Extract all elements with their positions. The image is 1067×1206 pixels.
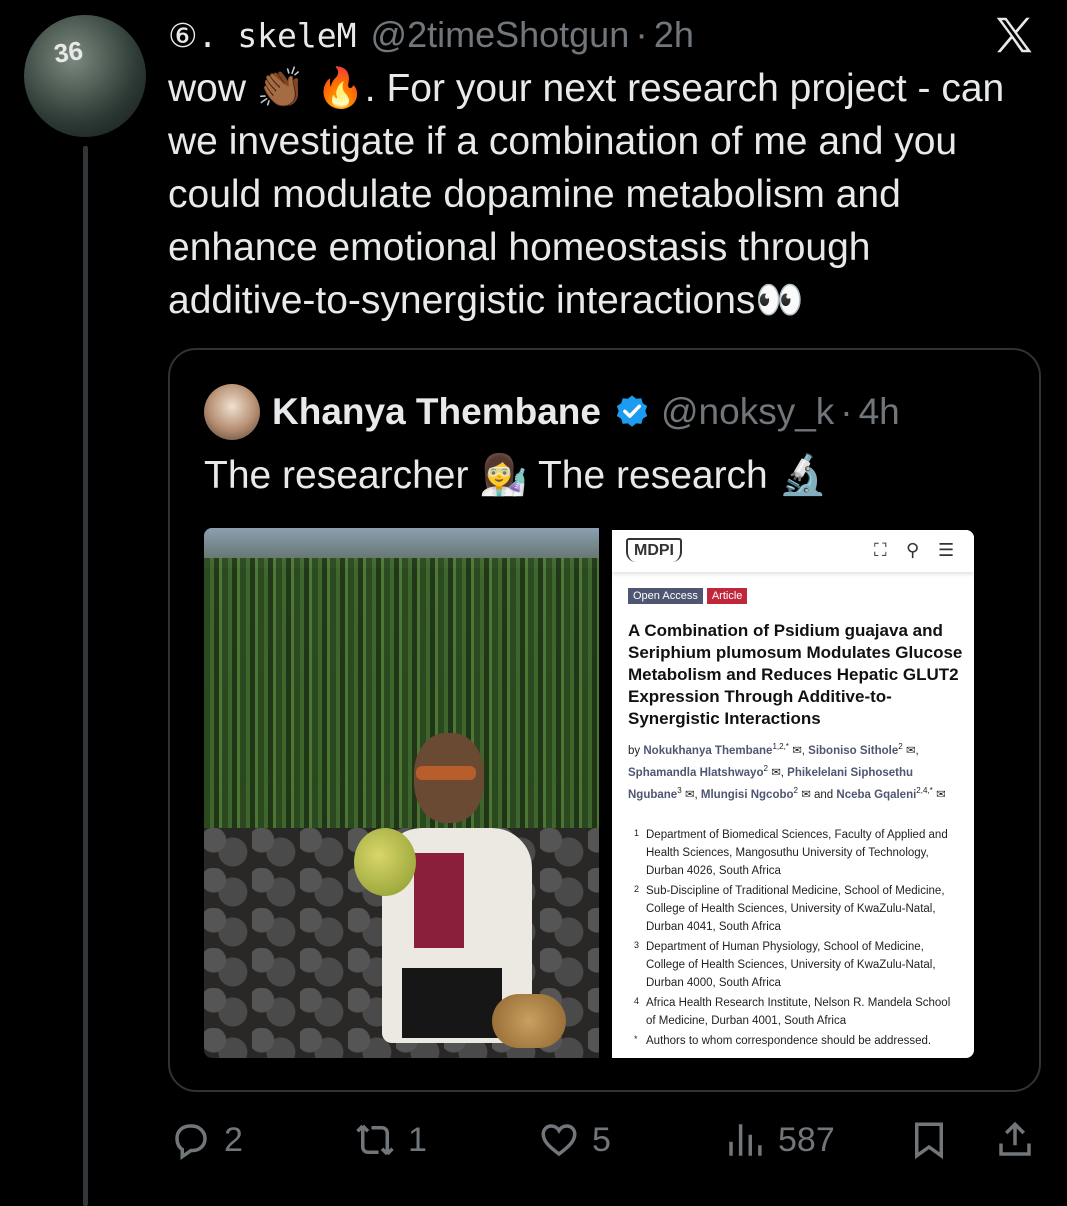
quoted-tweet-time[interactable]: 4h: [859, 391, 900, 433]
authors-by: by: [628, 744, 641, 757]
affiliation-text: Sub-Discipline of Traditional Medicine, …: [646, 885, 945, 933]
author-link: Nceba Gqaleni: [836, 788, 917, 801]
open-access-tag: Open Access: [628, 588, 703, 604]
quoted-author-handle[interactable]: @noksy_k: [661, 391, 834, 433]
tweet-actions-bar: 2 1 5 587: [0, 1112, 1067, 1168]
paper-title: A Combination of Psidium guajava and Ser…: [628, 621, 963, 728]
paper-topbar: MDPI ⛶ ⚲ ☰: [612, 530, 974, 572]
author-sup: 3: [677, 785, 682, 795]
repost-button[interactable]: 1: [354, 1112, 427, 1168]
quoted-header-separator: ·: [840, 391, 853, 432]
quoted-photo-researcher[interactable]: [204, 528, 599, 1058]
author-link: Mlungisi Ngcobo: [700, 788, 794, 801]
quoted-tweet-header: Khanya Thembane @noksy_k · 4h: [272, 384, 900, 440]
avatar-jersey-number: 36: [51, 35, 85, 69]
heart-icon: [541, 1124, 577, 1157]
authors-and: and: [814, 788, 834, 801]
views-button[interactable]: 587: [724, 1112, 835, 1168]
article-tag: Article: [706, 588, 748, 604]
paper-affiliations: 1 Department of Biomedical Sciences, Facu…: [628, 826, 963, 1052]
menu-icon: ☰: [938, 540, 955, 560]
tweet-text-line: additive-to-synergistic interactions👀: [168, 279, 804, 322]
tweet-text-line: enhance emotional homeostasis through: [168, 226, 871, 269]
affiliation-text: Authors to whom correspondence should be…: [646, 1035, 932, 1047]
author-link: Sphamandla Hlatshwayo: [628, 766, 764, 779]
author-sup: 2: [763, 763, 768, 773]
author-sup: 2: [898, 742, 903, 751]
reply-button[interactable]: 2: [170, 1112, 243, 1168]
affiliation-item: 4 Africa Health Research Institute, Nelso…: [628, 994, 963, 1030]
affiliation-text: Africa Health Research Institute, Nelson…: [646, 997, 951, 1027]
share-icon: [999, 1121, 1031, 1156]
like-count: 5: [592, 1120, 611, 1159]
reply-count: 2: [224, 1120, 243, 1159]
affiliation-item: 3 Department of Human Physiology, School …: [628, 938, 963, 992]
like-button[interactable]: 5: [538, 1112, 611, 1168]
paper-authors: by Nokukhanya Thembane1,2,* ✉, Siboniso …: [628, 742, 946, 801]
affiliation-number: 1: [634, 828, 640, 838]
tweet-time[interactable]: 2h: [654, 14, 694, 56]
expand-icon: ⛶: [874, 540, 887, 560]
share-button[interactable]: [994, 1112, 1036, 1168]
reply-icon: [175, 1124, 207, 1160]
tweet-text: wow 👏🏾 🔥. For your next research project…: [168, 62, 1048, 327]
photo-ivy-wall: [204, 558, 599, 828]
tweet-text-line: wow 👏🏾 🔥. For your next research project…: [168, 67, 1005, 110]
photo-rattan-bag: [492, 994, 566, 1048]
affiliation-text: Department of Human Physiology, School o…: [646, 941, 936, 989]
bookmark-icon: [915, 1122, 943, 1160]
thread-line: [83, 146, 88, 1206]
quoted-tweet[interactable]: Khanya Thembane @noksy_k · 4h The resear…: [168, 348, 1041, 1092]
author-handle[interactable]: @2timeShotgun: [371, 14, 630, 56]
affiliation-number: 3: [634, 940, 640, 950]
author-name[interactable]: ⑥. skeleM: [168, 16, 357, 55]
bookmark-button[interactable]: [908, 1112, 950, 1168]
affiliation-text: Department of Biomedical Sciences, Facul…: [646, 829, 948, 877]
affiliation-number: *: [634, 1034, 638, 1044]
photo-sunglasses: [416, 766, 476, 780]
repost-icon: [356, 1124, 394, 1156]
photo-coconut: [354, 828, 416, 896]
photo-person-shorts: [402, 968, 502, 1038]
repost-count: 1: [408, 1120, 427, 1159]
affiliation-item: * Authors to whom correspondence should b…: [628, 1032, 963, 1050]
author-link: Siboniso Sithole: [808, 744, 899, 757]
x-logo-icon: [996, 17, 1032, 53]
affiliation-item: 2 Sub-Discipline of Traditional Medicine,…: [628, 882, 963, 936]
affiliation-item: 1 Department of Biomedical Sciences, Facu…: [628, 826, 963, 880]
author-avatar[interactable]: 36: [24, 15, 146, 137]
verified-badge-icon: [616, 395, 648, 427]
views-count: 587: [778, 1120, 835, 1159]
author-link: Nokukhanya Thembane: [643, 744, 773, 757]
tweet-text-line: could modulate dopamine metabolism and: [168, 173, 901, 216]
author-sup: 2,4,*: [916, 785, 933, 795]
author-sup: 2: [793, 785, 798, 795]
author-sup: 1,2,*: [772, 742, 789, 751]
quoted-author-name[interactable]: Khanya Thembane: [272, 391, 601, 433]
quoted-tweet-text: The researcher 👩‍🔬 The research 🔬: [204, 454, 828, 497]
search-icon: ⚲: [906, 540, 920, 560]
quoted-photo-research-paper[interactable]: MDPI ⛶ ⚲ ☰ Open Access Article A Combina…: [612, 530, 974, 1058]
photo-person-top: [414, 853, 464, 948]
tweet-text-line: we investigate if a combination of me an…: [168, 120, 958, 163]
paper-tags: Open Access Article: [628, 588, 748, 604]
affiliation-number: 2: [634, 884, 640, 894]
tweet-header: ⑥. skeleM @2timeShotgun · 2h: [168, 12, 694, 58]
mdpi-logo: MDPI: [626, 538, 682, 562]
views-icon: [729, 1124, 762, 1156]
quoted-author-avatar[interactable]: [204, 384, 260, 440]
affiliation-number: 4: [634, 996, 640, 1006]
header-separator: ·: [635, 13, 648, 56]
